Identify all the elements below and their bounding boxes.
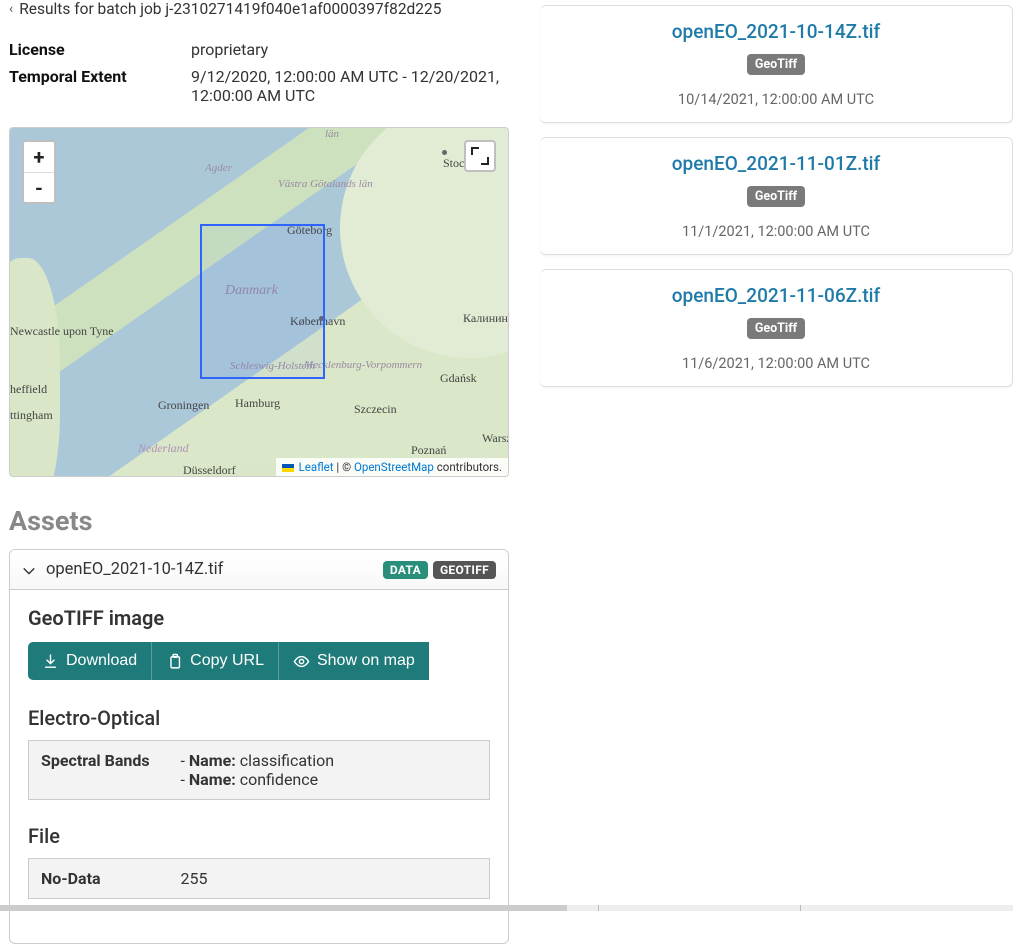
assets-heading: Assets [9, 505, 510, 537]
map[interactable]: Danmark København Göteborg Stockholm Ham… [9, 127, 509, 477]
clipboard-icon [166, 653, 183, 670]
result-card[interactable]: openEO_2021-10-14Z.tif GeoTiff 10/14/202… [540, 5, 1013, 123]
label-nederland: Nederland [138, 441, 189, 456]
result-title[interactable]: openEO_2021-11-01Z.tif [558, 152, 994, 175]
show-on-map-button[interactable]: Show on map [278, 642, 429, 680]
label-hamburg: Hamburg [235, 396, 280, 411]
download-icon [42, 653, 59, 670]
result-title[interactable]: openEO_2021-11-06Z.tif [558, 284, 994, 307]
asset-body-title: GeoTIFF image [28, 606, 490, 630]
footer-bar [0, 905, 1013, 911]
label-agder: Agder [205, 162, 232, 174]
bbox-rect [200, 224, 325, 379]
asset-name: openEO_2021-10-14Z.tif [46, 560, 223, 579]
label-sheffield: heffield [10, 382, 47, 397]
eo-table: Spectral Bands - Name: classification - … [28, 740, 490, 800]
fullscreen-button[interactable] [464, 140, 496, 172]
license-label: License [9, 36, 191, 63]
label-groningen: Groningen [158, 398, 209, 413]
result-date: 11/6/2021, 12:00:00 AM UTC [558, 355, 994, 372]
label-dusseldorf: Düsseldorf [183, 463, 236, 477]
label-warsz: Warsz [482, 431, 509, 446]
label-szczecin: Szczecin [354, 402, 397, 417]
asset-header[interactable]: openEO_2021-10-14Z.tif DATA GEOTIFF [10, 550, 508, 590]
page-header: ‹ Results for batch job j-2310271419f040… [9, 0, 510, 18]
geotiff-chip: GeoTiff [747, 186, 805, 207]
spectral-bands-label: Spectral Bands [29, 741, 169, 800]
chevron-down-icon [22, 563, 36, 577]
label-poznan: Poznań [411, 443, 446, 458]
copy-url-button[interactable]: Copy URL [151, 642, 278, 680]
asset-card: openEO_2021-10-14Z.tif DATA GEOTIFF GeoT… [9, 549, 509, 944]
label-newcastle: Newcastle upon Tyne [10, 324, 114, 339]
back-icon[interactable]: ‹ [9, 1, 13, 17]
zoom-in-button[interactable]: + [24, 142, 54, 172]
result-date: 10/14/2021, 12:00:00 AM UTC [558, 91, 994, 108]
temporal-value: 9/12/2020, 12:00:00 AM UTC - 12/20/2021,… [191, 63, 510, 109]
zoom-out-button[interactable]: - [24, 172, 54, 202]
label-nottingham: ttingham [10, 408, 53, 423]
temporal-label: Temporal Extent [9, 63, 191, 109]
ukraine-flag-icon [282, 464, 294, 472]
file-heading: File [28, 824, 490, 848]
geotiff-chip: GeoTiff [747, 54, 805, 75]
nodata-label: No-Data [29, 859, 169, 899]
map-attribution: Leaflet | © OpenStreetMap contributors. [276, 458, 508, 476]
asset-actions: Download Copy URL Show on map [28, 642, 490, 680]
label-kalinin: Калинин [463, 311, 508, 326]
eye-icon [293, 653, 310, 670]
osm-link[interactable]: OpenStreetMap [354, 460, 434, 474]
eo-heading: Electro-Optical [28, 706, 490, 730]
download-button[interactable]: Download [28, 642, 151, 680]
label-gdansk: Gdańsk [440, 371, 477, 386]
geotiff-chip: GeoTiff [747, 318, 805, 339]
leaflet-link[interactable]: Leaflet [299, 460, 334, 474]
badge-geotiff: GEOTIFF [433, 561, 496, 579]
license-value: proprietary [191, 36, 510, 63]
result-card[interactable]: openEO_2021-11-01Z.tif GeoTiff 11/1/2021… [540, 137, 1013, 255]
result-card[interactable]: openEO_2021-11-06Z.tif GeoTiff 11/6/2021… [540, 269, 1013, 387]
spectral-bands-value: - Name: classification - Name: confidenc… [169, 741, 490, 800]
file-table: No-Data 255 [28, 858, 490, 899]
result-title[interactable]: openEO_2021-10-14Z.tif [558, 20, 994, 43]
result-date: 11/1/2021, 12:00:00 AM UTC [558, 223, 994, 240]
nodata-value: 255 [169, 859, 490, 899]
badge-data: DATA [383, 561, 428, 579]
label-vastra: Västra Götalands län [278, 178, 373, 190]
fullscreen-icon [473, 149, 487, 163]
zoom-controls: + - [22, 140, 56, 204]
page-title: Results for batch job j-2310271419f040e1… [19, 0, 441, 18]
metadata-table: License proprietary Temporal Extent 9/12… [9, 36, 510, 109]
label-lan: län [325, 128, 339, 140]
